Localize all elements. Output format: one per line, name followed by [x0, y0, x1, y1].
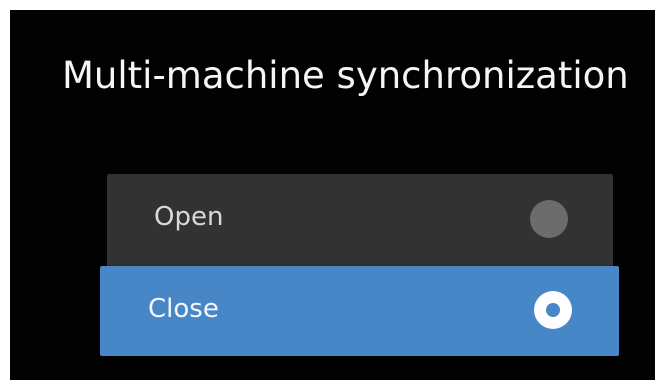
radio-unselected-icon[interactable] — [530, 200, 568, 238]
option-open-label: Open — [154, 202, 224, 232]
option-close-label: Close — [148, 294, 219, 324]
option-open[interactable]: Open — [107, 174, 613, 268]
option-close[interactable]: Close — [100, 266, 619, 356]
dialog-title: Multi-machine synchronization — [62, 54, 629, 97]
radio-selected-dot — [546, 303, 560, 317]
radio-selected-icon[interactable] — [534, 291, 572, 329]
tv-screen: Multi-machine synchronization Open Close — [10, 10, 655, 380]
